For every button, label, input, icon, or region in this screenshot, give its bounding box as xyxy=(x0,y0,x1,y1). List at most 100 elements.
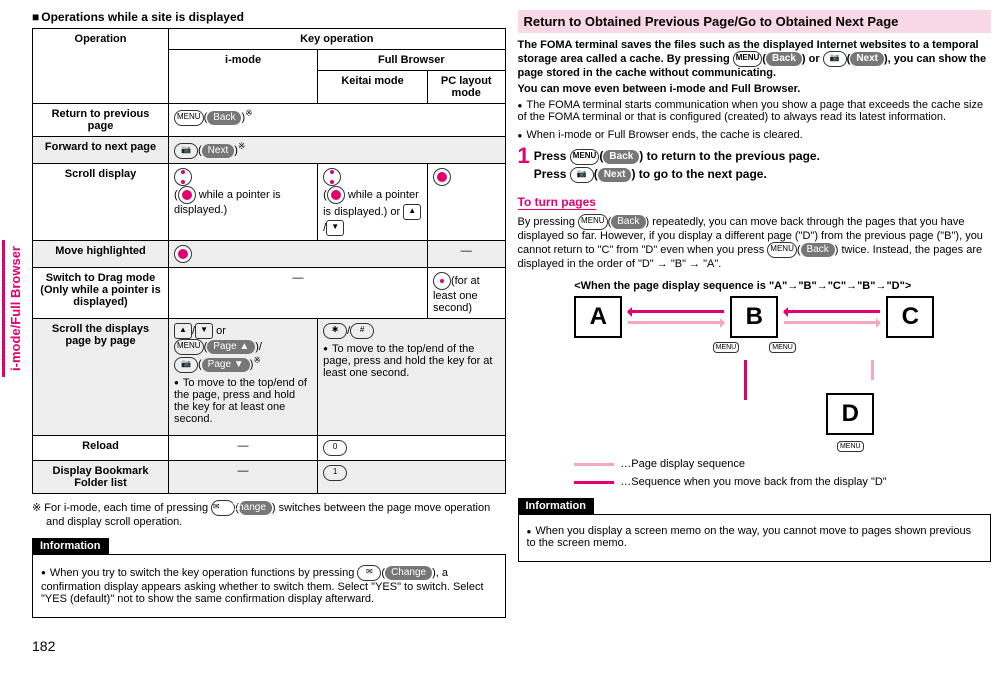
r1-key: MENU(Back)※ xyxy=(169,104,506,137)
menu-label-icon: MENU xyxy=(713,342,740,353)
nav-full-icon xyxy=(327,186,345,204)
nav-full-icon xyxy=(174,245,192,263)
zero-key-icon: 0 xyxy=(323,440,347,456)
r6-full-note: To move to the top/end of the page, pres… xyxy=(323,343,499,379)
r6-op: Scroll the displays page by page xyxy=(33,318,169,435)
up-key-icon: ▲ xyxy=(174,323,192,339)
nav-updown-icon xyxy=(323,168,341,186)
r3-imode: ( while a pointer is displayed.) xyxy=(169,163,318,240)
legend-1: …Page display sequence xyxy=(574,458,934,470)
operations-table: Operation Key operation i-mode Full Brow… xyxy=(32,28,506,494)
r6-full: ✱/# To move to the top/end of the page, … xyxy=(318,318,505,435)
mail-key-icon: ✉ xyxy=(357,565,381,581)
back-btn-icon: Back xyxy=(611,215,645,229)
diagram: <When the page display sequence is "A"→"… xyxy=(574,280,934,488)
right-intro2: You can move even between i-mode and Ful… xyxy=(518,83,992,95)
next-btn-icon: Next xyxy=(202,144,235,158)
r8-imode: — xyxy=(169,460,318,493)
r4-left xyxy=(169,240,428,267)
right-intro1: The FOMA terminal saves the files such a… xyxy=(518,39,992,79)
back-btn-icon: Back xyxy=(801,243,835,257)
menu-key-icon: MENU xyxy=(733,51,763,67)
th-key: Key operation xyxy=(169,29,506,50)
turn-pages-title: To turn pages xyxy=(518,195,596,210)
r7-full: 0 xyxy=(318,435,505,460)
info-title-right: Information xyxy=(518,498,595,514)
left-footnote: ※ For i-mode, each time of pressing ✉(Ch… xyxy=(32,500,506,528)
change-btn-icon: Change xyxy=(385,566,432,580)
hash-key-icon: # xyxy=(350,323,374,339)
info-text-left: When you try to switch the key operation… xyxy=(41,565,497,605)
right-bullets: The FOMA terminal starts communication w… xyxy=(518,99,992,141)
next-btn-icon: Next xyxy=(850,52,884,66)
legend2-text: …Sequence when you move back from the di… xyxy=(620,476,886,488)
back-btn-icon: Back xyxy=(207,111,241,125)
change-btn-icon: Change xyxy=(239,501,272,515)
r7-imode: — xyxy=(169,435,318,460)
th-full: Full Browser xyxy=(318,50,505,71)
page-up-btn-icon: Page ▲ xyxy=(207,340,255,354)
star-key-icon: ✱ xyxy=(323,323,347,339)
nav-updown-icon xyxy=(174,168,192,186)
info-box-right: When you display a screen memo on the wa… xyxy=(518,514,992,562)
r1-op: Return to previous page xyxy=(33,104,169,137)
pink-legend-icon xyxy=(574,463,614,466)
r4-op: Move highlighted xyxy=(33,240,169,267)
box-b: B xyxy=(730,296,778,338)
red-legend-icon xyxy=(574,481,614,484)
box-a: A xyxy=(574,296,622,338)
r5-pc: (for at least one second) xyxy=(427,267,505,318)
box-d: D xyxy=(826,393,874,435)
step-number-1: 1 xyxy=(518,147,530,185)
menu-label-icon: MENU xyxy=(769,342,796,353)
right-column: Return to Obtained Previous Page/Go to O… xyxy=(518,10,992,654)
r2-op: Forward to next page xyxy=(33,137,169,164)
back-btn-icon: Back xyxy=(766,52,802,66)
page-number: 182 xyxy=(32,638,506,654)
menu-label-icon: MENU xyxy=(837,441,864,452)
r6-imode: ▲/▼ or MENU(Page ▲)/ 📷(Page ▼)※ To move … xyxy=(169,318,318,435)
menu-key-icon: MENU xyxy=(174,339,204,355)
legend-2: …Sequence when you move back from the di… xyxy=(574,476,934,488)
r2-key: 📷(Next)※ xyxy=(169,137,506,164)
r8-op: Display Bookmark Folder list xyxy=(33,460,169,493)
r8-full: 1 xyxy=(318,460,505,493)
th-pc: PC layout mode xyxy=(427,71,505,104)
box-c: C xyxy=(886,296,934,338)
r5-left: — xyxy=(169,267,428,318)
step-next: Press 📷(Next) to go to the next page. xyxy=(534,167,820,183)
diagram-title: <When the page display sequence is "A"→"… xyxy=(574,280,934,292)
th-imode: i-mode xyxy=(169,50,318,104)
next-btn-icon: Next xyxy=(598,168,632,182)
nav-center-icon xyxy=(433,272,451,290)
r6-imode-note: To move to the top/end of the page, pres… xyxy=(174,377,312,425)
right-b1: The FOMA terminal starts communication w… xyxy=(518,99,992,123)
th-operation: Operation xyxy=(33,29,169,104)
menu-key-icon: MENU xyxy=(767,242,797,258)
up-key-icon: ▲ xyxy=(403,204,421,220)
page-down-btn-icon: Page ▼ xyxy=(202,358,250,372)
info-box-left: When you try to switch the key operation… xyxy=(32,554,506,618)
right-title: Return to Obtained Previous Page/Go to O… xyxy=(518,10,992,33)
r3-keitai: ( while a pointer is displayed.) or ▲/▼ xyxy=(318,163,428,240)
legend1-text: …Page display sequence xyxy=(620,458,745,470)
left-title: Operations while a site is displayed xyxy=(32,10,506,24)
th-keitai: Keitai mode xyxy=(318,71,428,104)
menu-key-icon: MENU xyxy=(578,214,608,230)
camera-key-icon: 📷 xyxy=(174,357,198,373)
back-btn-icon: Back xyxy=(603,150,639,164)
r7-op: Reload xyxy=(33,435,169,460)
step-back: Press MENU(Back) to return to the previo… xyxy=(534,149,820,165)
info-title-left: Information xyxy=(32,538,109,554)
side-tab: i-mode/Full Browser xyxy=(2,240,26,377)
page-columns: Operations while a site is displayed Ope… xyxy=(10,10,991,654)
one-key-icon: 1 xyxy=(323,465,347,481)
r3-op: Scroll display xyxy=(33,163,169,240)
turn-body: By pressing MENU(Back) repeatedly, you c… xyxy=(518,214,992,270)
right-b2: When i-mode or Full Browser ends, the ca… xyxy=(518,129,992,141)
camera-key-icon: 📷 xyxy=(174,143,198,159)
down-key-icon: ▼ xyxy=(326,220,344,236)
nav-full-icon xyxy=(178,186,196,204)
down-key-icon: ▼ xyxy=(195,323,213,339)
info-text-right: When you display a screen memo on the wa… xyxy=(527,525,983,549)
